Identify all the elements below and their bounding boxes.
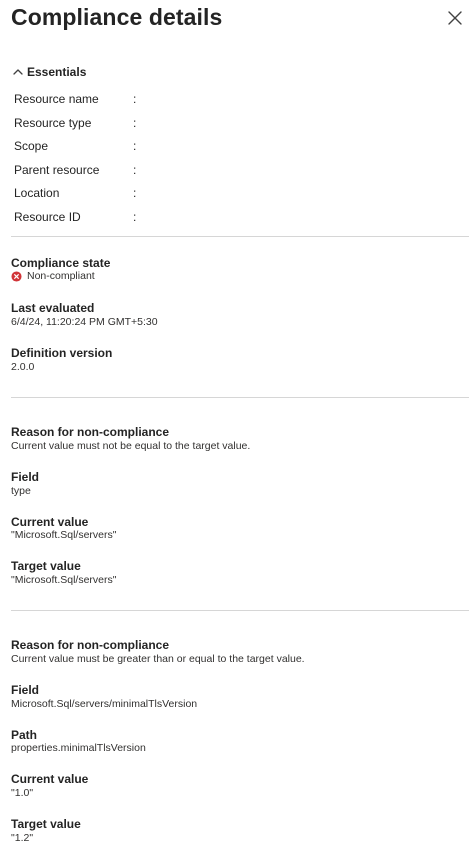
panel-title: Compliance details [11,4,223,30]
essentials-row-label: Resource name [14,92,99,106]
compliance-state-label: Compliance state [11,256,111,270]
reason-text: Current value must be greater than or eq… [11,653,305,665]
current-value-label: Current value [11,515,89,529]
essentials-separator: : [133,163,137,177]
definition-version-label: Definition version [11,346,113,360]
essentials-row-resource-type: Resource type : [14,116,136,134]
essentials-divider [11,236,469,237]
path-label: Path [11,728,38,742]
section-divider [11,610,469,611]
path-value: properties.minimalTlsVersion [11,742,146,754]
essentials-row-parent-resource: Parent resource : [14,163,136,181]
target-value-label: Target value [11,559,81,573]
reason-text: Current value must not be equal to the t… [11,440,251,452]
essentials-separator: : [133,186,137,200]
field-value: Microsoft.Sql/servers/minimalTlsVersion [11,698,198,710]
reason-label: Reason for non-compliance [11,425,170,439]
chevron-up-icon [13,69,23,75]
field-value: type [11,485,31,497]
essentials-label: Essentials [27,65,87,79]
target-value: "Microsoft.Sql/servers" [11,574,117,586]
essentials-row-label: Resource type [14,116,92,130]
current-value: "Microsoft.Sql/servers" [11,529,117,541]
section-divider [11,397,469,398]
essentials-row-location: Location : [14,186,136,204]
essentials-separator: : [133,210,137,224]
essentials-toggle[interactable]: Essentials [12,63,86,81]
error-circle-icon [11,270,22,282]
essentials-separator: : [133,139,137,153]
current-value-label: Current value [11,772,89,786]
reason-label: Reason for non-compliance [11,638,170,652]
essentials-row-label: Resource ID [14,210,81,224]
essentials-row-label: Scope [14,139,49,153]
definition-version-value: 2.0.0 [11,361,35,373]
essentials-row-label: Parent resource [14,163,100,177]
essentials-row-resource-id: Resource ID : [14,210,136,228]
field-label: Field [11,470,40,484]
essentials-row-label: Location [14,186,60,200]
essentials-row-scope: Scope : [14,139,136,157]
essentials-separator: : [133,92,137,106]
target-value-label: Target value [11,817,81,831]
last-evaluated-value: 6/4/24, 11:20:24 PM GMT+5:30 [11,316,158,328]
essentials-row-resource-name: Resource name : [14,92,136,110]
close-icon [448,11,462,25]
field-label: Field [11,683,40,697]
essentials-separator: : [133,116,137,130]
compliance-state-value: Non-compliant [11,270,95,282]
target-value: "1.2" [11,832,34,844]
compliance-state-text: Non-compliant [27,270,95,282]
last-evaluated-label: Last evaluated [11,301,95,315]
current-value: "1.0" [11,787,34,799]
close-button[interactable] [443,6,467,30]
compliance-details-panel: Compliance details Essentials Resource n… [0,0,474,852]
